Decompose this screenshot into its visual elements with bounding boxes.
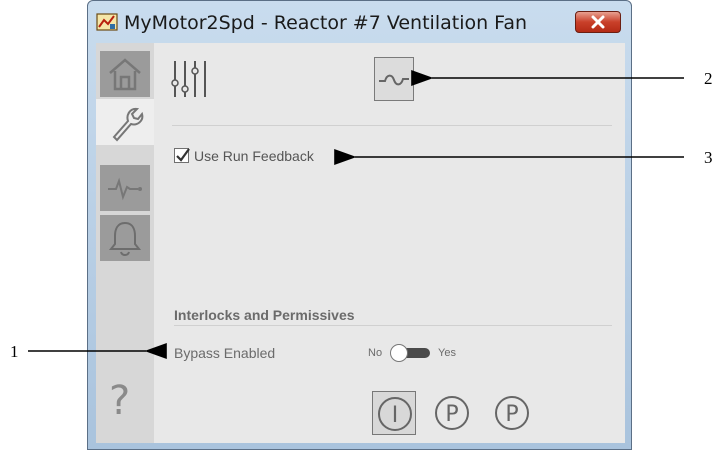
toggle-yes-label: Yes: [438, 347, 456, 359]
trend-icon: [108, 177, 142, 201]
bell-icon: [108, 221, 142, 256]
nav-rail: ?: [96, 43, 154, 443]
svg-text:P: P: [445, 402, 458, 427]
help-icon[interactable]: ?: [109, 378, 130, 424]
callout-1-number: 1: [10, 342, 19, 361]
close-icon: [591, 15, 605, 29]
callout-3-number: 3: [704, 148, 713, 167]
toggle-no-label: No: [368, 347, 383, 359]
mode-p-icon: P: [435, 396, 469, 430]
mode-button-program-2[interactable]: P: [490, 391, 534, 435]
section-divider: [172, 125, 612, 126]
mode-button-program[interactable]: P: [430, 391, 474, 435]
callout-2-number: 2: [704, 69, 713, 88]
rail-item-alarms[interactable]: [100, 215, 150, 261]
faceplate-body: ? Use Run Feedback Interlocks and Permis…: [96, 43, 625, 443]
mode-button-in-service[interactable]: I: [372, 391, 416, 435]
app-faceplate-icon: [96, 13, 118, 31]
bypass-enabled-toggle[interactable]: [390, 344, 430, 362]
maintenance-panel: Use Run Feedback Interlocks and Permissi…: [160, 43, 618, 443]
faceplate-window: MyMotor2Spd - Reactor #7 Ventilation Fan: [87, 0, 632, 450]
window-title: MyMotor2Spd - Reactor #7 Ventilation Fan: [124, 12, 528, 34]
engineering-settings-button[interactable]: [170, 57, 210, 101]
rail-item-home[interactable]: [100, 51, 150, 97]
sliders-icon: [171, 61, 206, 97]
bypass-enabled-label: Bypass Enabled: [174, 345, 276, 361]
interlocks-divider: [174, 325, 612, 326]
title-bar[interactable]: MyMotor2Spd - Reactor #7 Ventilation Fan: [88, 1, 631, 43]
toggle-knob[interactable]: [390, 344, 408, 362]
interlocks-section-title: Interlocks and Permissives: [174, 307, 355, 323]
bypass-settings-button[interactable]: [374, 57, 414, 101]
mode-i-icon: I: [378, 397, 412, 431]
use-run-feedback-checkbox[interactable]: [174, 148, 190, 163]
svg-text:P: P: [505, 402, 518, 427]
rail-item-trends[interactable]: [100, 165, 150, 211]
home-icon: [109, 58, 141, 91]
close-button[interactable]: [575, 11, 621, 33]
mode-p-icon: P: [495, 396, 529, 430]
bypass-icon: [379, 74, 409, 86]
use-run-feedback-label: Use Run Feedback: [194, 148, 314, 164]
wrench-icon: [112, 107, 144, 142]
checkmark-icon: [176, 148, 190, 162]
svg-text:I: I: [392, 403, 399, 428]
rail-item-maintenance[interactable]: [96, 99, 154, 145]
